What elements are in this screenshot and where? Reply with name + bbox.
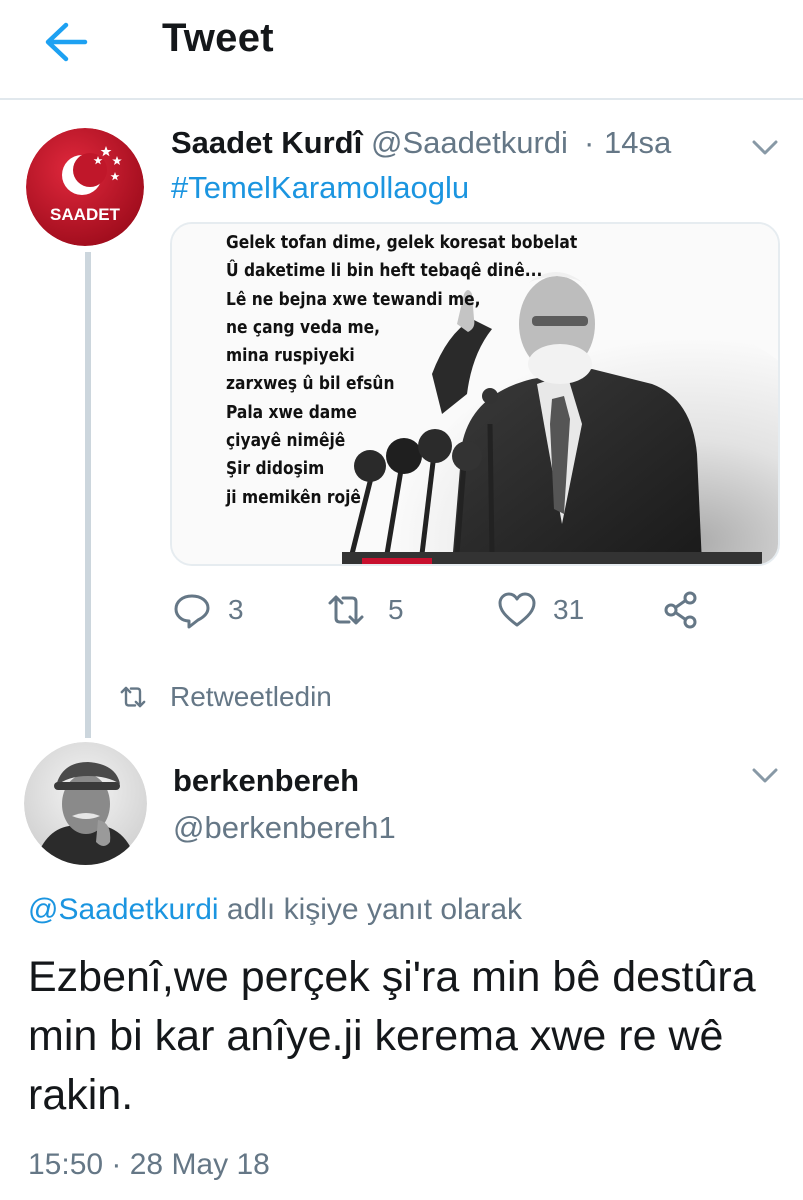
thread-connector-line <box>85 252 91 738</box>
like-count: 31 <box>553 594 585 625</box>
reply-icon[interactable] <box>172 590 212 630</box>
chevron-down-icon[interactable] <box>748 760 782 790</box>
reply-context: @Saadetkurdi adlı kişiye yanıt olarak <box>28 893 522 927</box>
author-name[interactable]: Saadet Kurdî <box>171 125 362 161</box>
tweet-timestamp[interactable]: 15:50 · 28 May 18 <box>28 1148 270 1182</box>
tweet-body: Ezbenî,we perçek şi'ra min bê destûra mi… <box>28 953 756 1119</box>
page-title: Tweet <box>162 16 274 60</box>
hashtag-link[interactable]: #TemelKaramollaoglu <box>171 170 469 206</box>
retweeted-label: Retweetledin <box>170 681 332 712</box>
author-handle[interactable]: @berkenbereh1 <box>173 810 396 846</box>
top-bar <box>0 0 803 100</box>
reply-context-suffix: adlı kişiye yanıt olarak <box>218 893 523 926</box>
poem-text-in-image: Gelek tofan dime, gelek koresat bobelat … <box>226 232 578 508</box>
tweet-time[interactable]: 14sa <box>604 125 671 161</box>
retweet-count: 5 <box>388 594 404 625</box>
retweet-small-icon <box>120 686 146 708</box>
author-handle[interactable]: @Saadetkurdi <box>371 125 568 161</box>
heart-icon[interactable] <box>497 590 537 630</box>
chevron-down-icon[interactable] <box>748 132 782 162</box>
reply-to-handle-link[interactable]: @Saadetkurdi <box>28 893 219 926</box>
berkenbereh-avatar[interactable] <box>24 742 147 865</box>
author-name[interactable]: berkenbereh <box>173 763 359 799</box>
reply-count: 3 <box>228 594 244 625</box>
back-arrow-icon[interactable] <box>40 20 92 64</box>
separator-dot: · <box>584 125 595 160</box>
saadet-logo: SAADET <box>26 128 144 246</box>
retweet-icon[interactable] <box>326 590 366 630</box>
share-icon[interactable] <box>662 590 702 630</box>
saadet-avatar[interactable]: SAADET <box>26 128 144 246</box>
portrait-photo <box>24 742 147 865</box>
svg-text:SAADET: SAADET <box>50 205 121 224</box>
